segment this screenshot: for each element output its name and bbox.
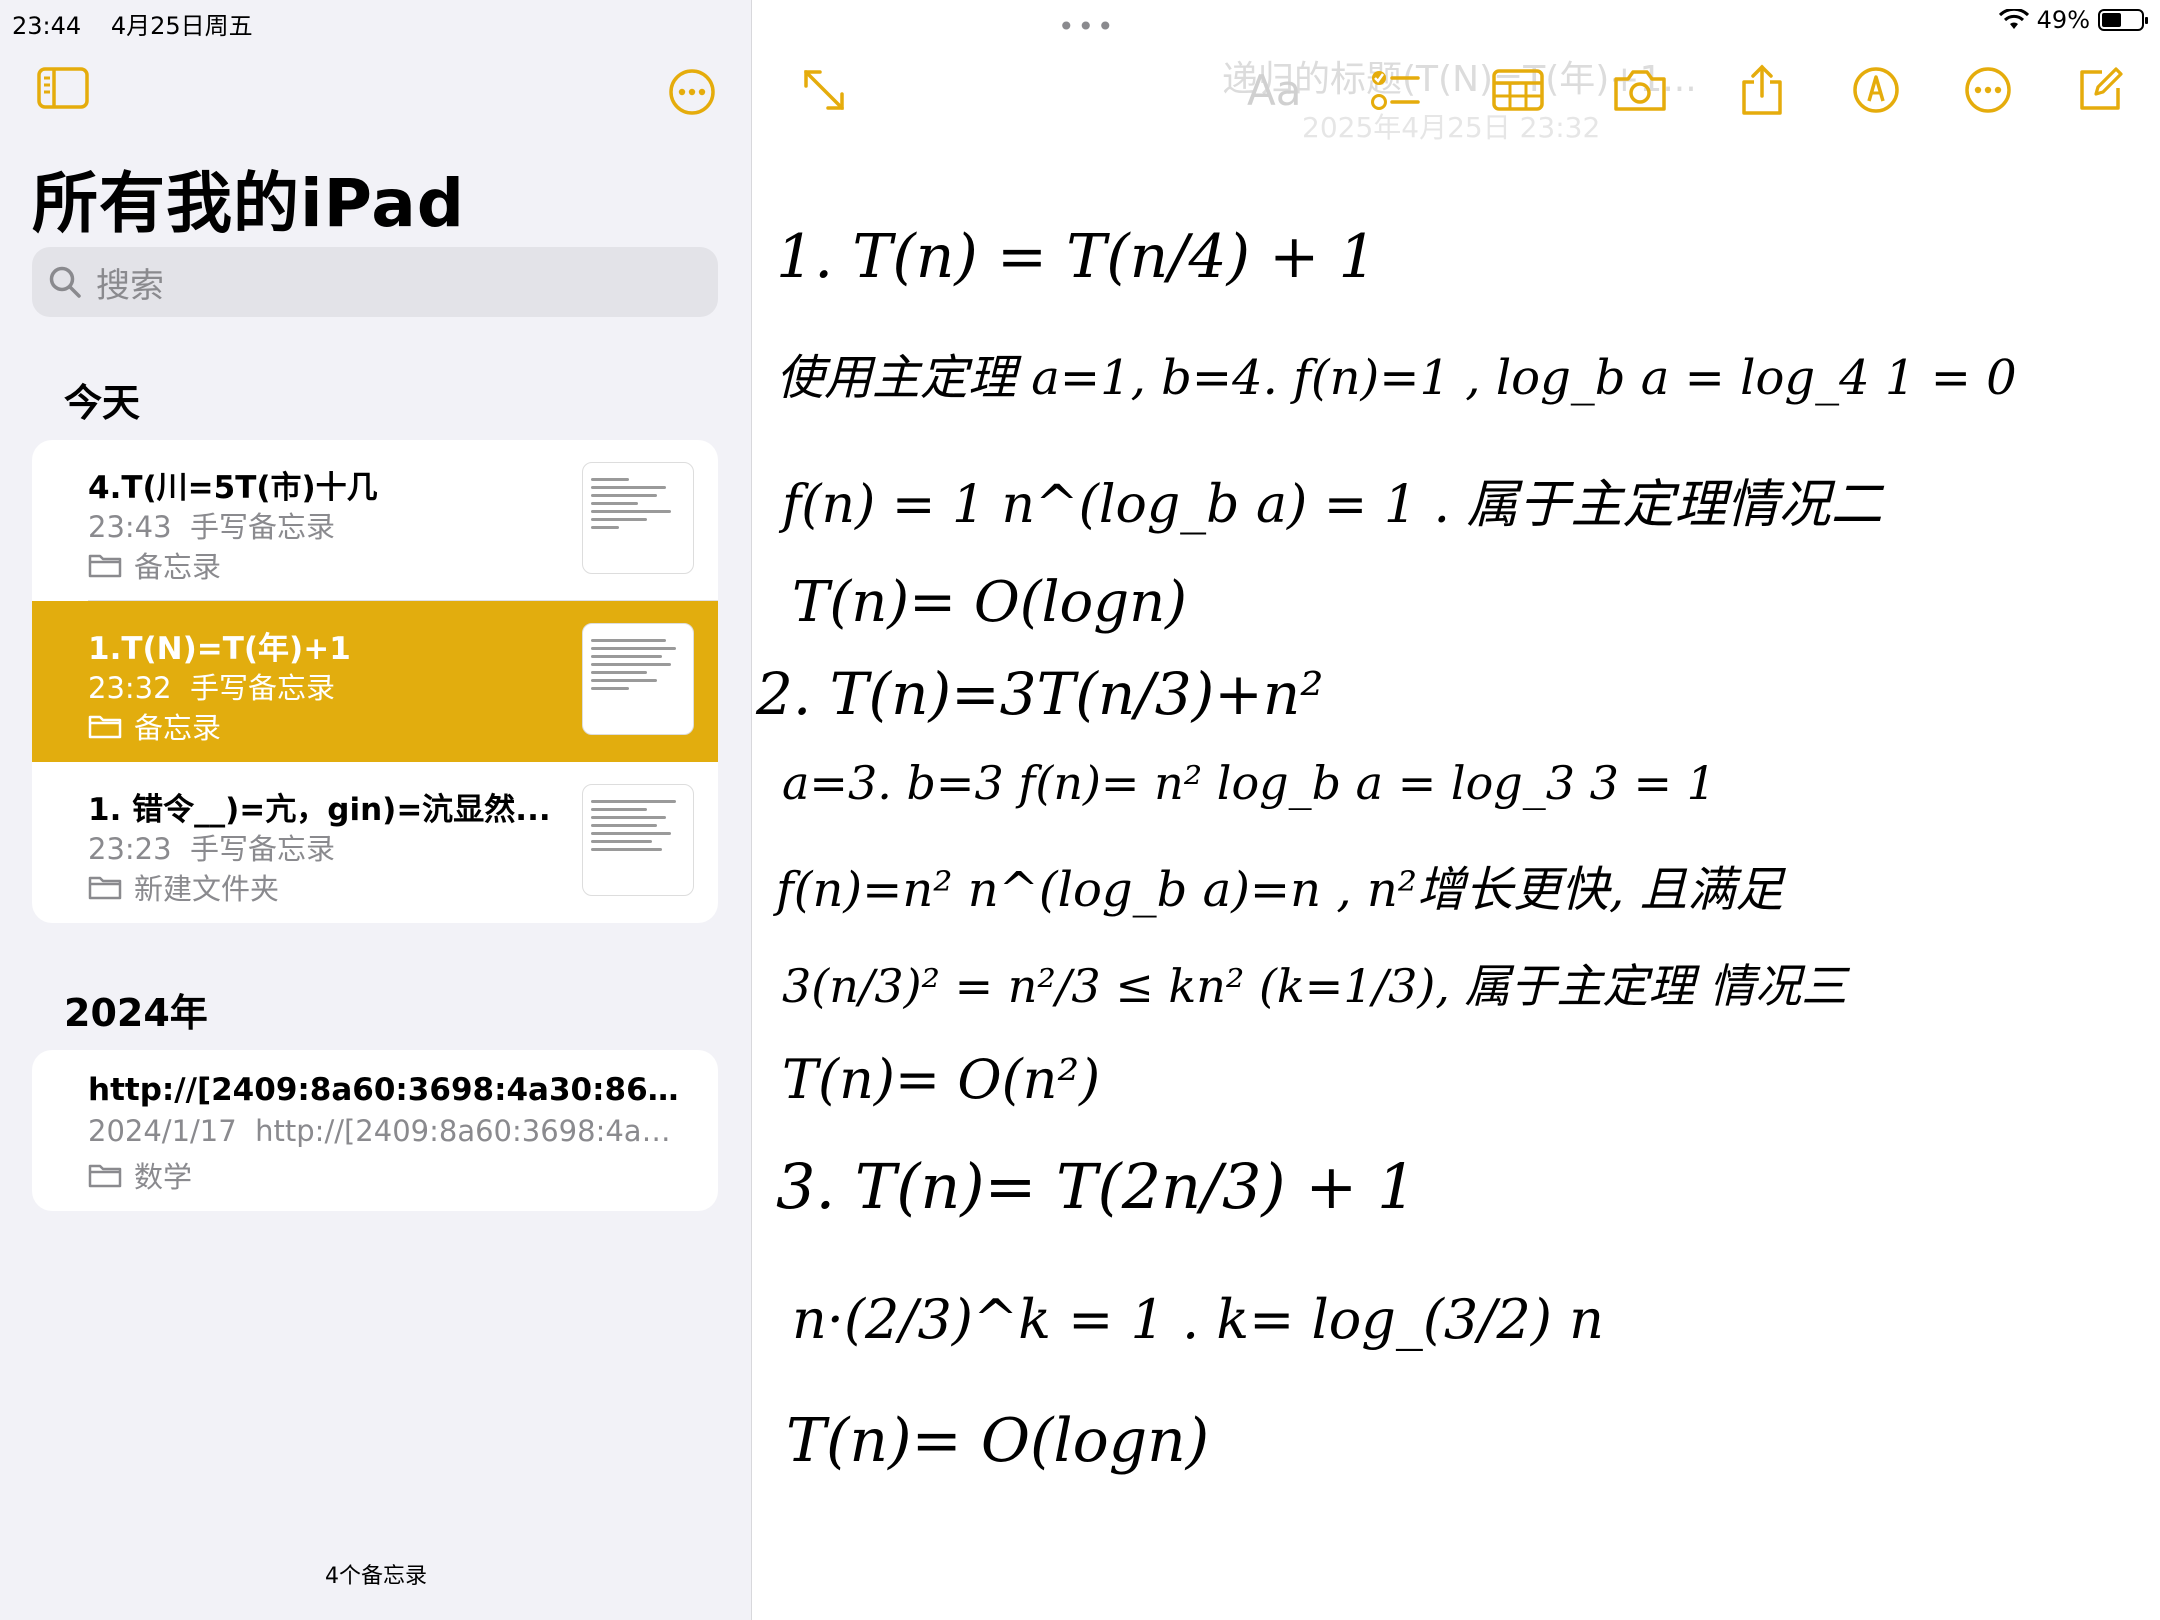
note-folder: 备忘录 [88, 705, 221, 747]
checklist-button[interactable] [1366, 62, 1426, 118]
note-date-faded: 2025年4月25日 23:32 [1302, 111, 1601, 144]
search-icon [49, 266, 81, 298]
handwriting-line: T(n)= O(logn) [792, 570, 1187, 635]
note-thumbnail [582, 784, 694, 896]
note-thumbnail [582, 623, 694, 735]
status-time: 23:44 [12, 12, 82, 40]
wifi-icon [1998, 9, 2029, 29]
status-bar-left: 23:44 4月25日周五 [12, 6, 275, 41]
expand-icon [804, 70, 844, 110]
note-kind: 手写备忘录 [190, 832, 336, 866]
handwriting-line: f(n) = 1 n^(log_b a) = 1 . 属于主定理情况二 [782, 475, 1883, 535]
note-meta: 2024/1/17 http://[2409:8a60:3698:4a30:..… [88, 1114, 688, 1148]
folder-name: 新建文件夹 [134, 872, 280, 906]
status-date: 4月25日周五 [110, 12, 253, 40]
compose-button[interactable] [2070, 62, 2130, 118]
note-time: 23:23 [88, 832, 172, 866]
note-time: 23:43 [88, 510, 172, 544]
folder-icon [88, 554, 122, 578]
multitasking-handle[interactable]: ••• [1058, 10, 1117, 43]
format-button[interactable]: Aa [1247, 66, 1301, 115]
more-icon [669, 69, 715, 115]
note-folder: 备忘录 [88, 544, 221, 586]
expand-button[interactable] [794, 62, 854, 118]
table-button[interactable] [1488, 62, 1548, 118]
notes-list-2024: http://[2409:8a60:3698:4a30:864... 2024/… [32, 1050, 718, 1211]
compose-icon [2080, 67, 2123, 110]
note-title: 1. 错令__)=亢，gin)=沆显然... [88, 792, 551, 828]
checklist-icon [1371, 71, 1420, 110]
handwriting-line: 3. T(n)= T(2n/3) + 1 [776, 1150, 1417, 1223]
note-folder: 数学 [88, 1154, 192, 1196]
table-icon [1492, 69, 1544, 111]
handwriting-line: 2. T(n)=3T(n/3)+n² [756, 660, 1324, 728]
battery-icon [2098, 9, 2148, 31]
list-item[interactable]: http://[2409:8a60:3698:4a30:864... 2024/… [32, 1050, 718, 1211]
handwriting-line: T(n)= O(logn) [786, 1406, 1210, 1476]
markup-icon [1853, 67, 1899, 113]
note-title: 4.T(川=5T(市)十几 [88, 470, 378, 506]
handwriting-line: a=3. b=3 f(n)= n² log_b a = log_3 3 = 1 [782, 756, 1716, 810]
handwriting-line: f(n)=n² n^(log_b a)=n , n²增长更快, 且满足 [776, 862, 1784, 918]
camera-icon [1614, 70, 1666, 111]
notes-list-today: 4.T(川=5T(市)十几 23:43 手写备忘录 备忘录 1.T(N)=T(年… [32, 440, 718, 923]
note-editor[interactable]: ••• 49% 递归的标题(T(N)=T(年)+1... 2025年4月25日 … [752, 0, 2160, 1620]
note-kind: 手写备忘录 [190, 510, 336, 544]
note-title: http://[2409:8a60:3698:4a30:864... [88, 1072, 688, 1108]
search-placeholder: 搜索 [96, 265, 164, 306]
note-more-button[interactable] [1958, 62, 2018, 118]
note-kind: 手写备忘录 [190, 671, 336, 705]
folder-name: 数学 [134, 1160, 193, 1194]
folder-name: 备忘录 [134, 711, 222, 745]
camera-button[interactable] [1610, 62, 1670, 118]
markup-button[interactable] [1846, 62, 1906, 118]
note-thumbnail [582, 462, 694, 574]
note-kind: http://[2409:8a60:3698:4a30:... [255, 1114, 688, 1148]
note-meta: 23:43 手写备忘录 [88, 504, 578, 546]
section-header-2024: 2024年 [64, 991, 208, 1035]
list-item[interactable]: 4.T(川=5T(市)十几 23:43 手写备忘录 备忘录 [32, 440, 718, 601]
sidebar-toggle-icon [37, 67, 89, 109]
folder-name: 备忘录 [134, 550, 222, 584]
notes-sidebar: 23:44 4月25日周五 所有我的iPad 搜索 今天 4.T(川=5T(市) [0, 0, 752, 1620]
note-meta: 23:32 手写备忘录 [88, 665, 578, 707]
search-input[interactable]: 搜索 [32, 247, 718, 317]
page-title: 所有我的iPad [32, 165, 466, 242]
battery-percent: 49% [2036, 6, 2090, 34]
more-button[interactable] [668, 68, 724, 118]
share-button[interactable] [1732, 62, 1792, 118]
note-time: 2024/1/17 [88, 1114, 237, 1148]
folder-icon [88, 715, 122, 739]
folder-icon [88, 876, 122, 900]
status-bar-right: 49% [1998, 6, 2148, 34]
note-folder: 新建文件夹 [88, 866, 279, 908]
section-header-today: 今天 [64, 381, 141, 425]
note-time: 23:32 [88, 671, 172, 705]
handwriting-line: 使用主定理 a=1, b=4. f(n)=1 , log_b a = log_4… [776, 350, 2017, 406]
handwriting-line: n·(2/3)^k = 1 . k= log_(3/2) n [792, 1288, 1604, 1351]
list-item[interactable]: 1. 错令__)=亢，gin)=沆显然... 23:23 手写备忘录 新建文件夹 [32, 762, 718, 923]
handwriting-line: 3(n/3)² = n²/3 ≤ kn² (k=1/3), 属于主定理 情况三 [782, 959, 1848, 1013]
notes-count: 4个备忘录 [325, 1564, 427, 1589]
list-item-selected[interactable]: 1.T(N)=T(年)+1 23:32 手写备忘录 备忘录 [32, 601, 718, 762]
folder-icon [88, 1164, 122, 1188]
more-icon [1965, 67, 2011, 113]
note-meta: 23:23 手写备忘录 [88, 826, 578, 868]
handwriting-line: 1. T(n) = T(n/4) + 1 [776, 222, 1377, 292]
share-icon [1742, 64, 1782, 115]
sidebar-toggle-button[interactable] [36, 66, 92, 116]
handwriting-line: T(n)= O(n²) [782, 1048, 1101, 1111]
note-title: 1.T(N)=T(年)+1 [88, 631, 351, 667]
